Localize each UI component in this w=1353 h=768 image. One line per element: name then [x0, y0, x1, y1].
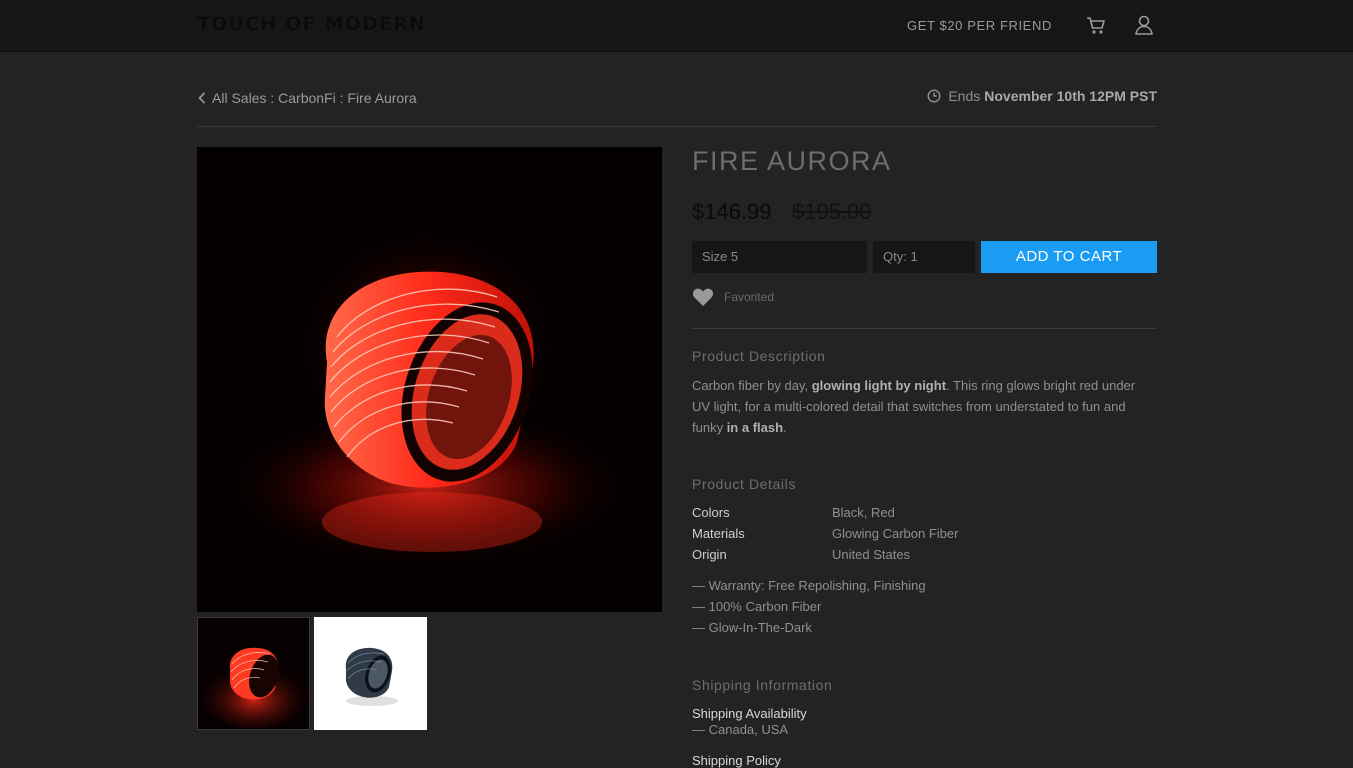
- carbon-ring-thumbnail-image: [345, 647, 398, 706]
- shipping-heading: Shipping Information: [692, 677, 833, 693]
- quantity-select[interactable]: Qty: 1: [873, 241, 975, 273]
- original-price: $195.00: [792, 199, 872, 224]
- cart-icon: [1087, 17, 1105, 34]
- spec-label-colors: Colors: [692, 505, 730, 520]
- sale-price: $146.99: [692, 199, 772, 224]
- shipping-availability-value: — Canada, USA: [692, 722, 789, 737]
- shipping-policy-label[interactable]: Shipping Policy: [692, 753, 781, 768]
- glowing-ring-thumbnail-image: [199, 647, 309, 728]
- sale-end-date: November 10th 12PM PST: [984, 88, 1157, 104]
- thumbnail-carbon-ring[interactable]: [314, 617, 427, 730]
- breadcrumb[interactable]: All Sales : CarbonFi : Fire Aurora: [198, 90, 417, 106]
- description-text-1: Carbon fiber by day,: [692, 378, 812, 393]
- description-text-3: .: [783, 420, 787, 435]
- cart-button[interactable]: [1085, 14, 1107, 36]
- description-bold-1: glowing light by night: [811, 378, 947, 393]
- detail-bullet: — Glow-In-The-Dark: [692, 620, 812, 635]
- spec-label-origin: Origin: [692, 547, 727, 562]
- details-heading: Product Details: [692, 476, 796, 492]
- site-logo[interactable]: TOUCH OF MODERN: [197, 13, 426, 35]
- spec-value-colors: Black, Red: [832, 505, 895, 520]
- divider: [692, 328, 1157, 329]
- favorite-label: Favorited: [724, 290, 775, 304]
- clock-icon: [927, 89, 941, 103]
- add-to-cart-button[interactable]: ADD TO CART: [981, 241, 1157, 273]
- user-icon: [1135, 15, 1153, 35]
- heart-icon: [692, 288, 714, 306]
- description-bold-2: in a flash: [726, 420, 784, 435]
- thumbnail-glowing-ring[interactable]: [197, 617, 310, 730]
- glowing-ring-image: [227, 227, 627, 567]
- description-heading: Product Description: [692, 348, 826, 364]
- divider: [197, 126, 1157, 127]
- breadcrumb-text[interactable]: All Sales : CarbonFi : Fire Aurora: [212, 90, 417, 106]
- spec-value-materials: Glowing Carbon Fiber: [832, 526, 959, 541]
- sale-end-time: Ends November 10th 12PM PST: [927, 88, 1157, 104]
- top-navigation-bar: TOUCH OF MODERN GET $20 PER FRIEND: [0, 0, 1353, 52]
- product-main-image[interactable]: [197, 147, 662, 612]
- detail-bullet: — Warranty: Free Repolishing, Finishing: [692, 578, 926, 593]
- spec-label-materials: Materials: [692, 526, 745, 541]
- account-button[interactable]: [1133, 14, 1155, 36]
- product-title: FIRE AURORA: [692, 146, 892, 176]
- favorite-toggle[interactable]: Favorited: [692, 287, 774, 307]
- detail-bullet: — 100% Carbon Fiber: [692, 599, 822, 614]
- size-select[interactable]: Size 5: [692, 241, 867, 273]
- referral-link[interactable]: GET $20 PER FRIEND: [907, 18, 1052, 33]
- sale-end-prefix: Ends: [948, 88, 981, 104]
- chevron-left-icon: [198, 92, 206, 104]
- spec-value-origin: United States: [832, 547, 911, 562]
- product-description: Carbon fiber by day, glowing light by ni…: [692, 375, 1156, 438]
- shipping-availability-label: Shipping Availability: [692, 706, 807, 721]
